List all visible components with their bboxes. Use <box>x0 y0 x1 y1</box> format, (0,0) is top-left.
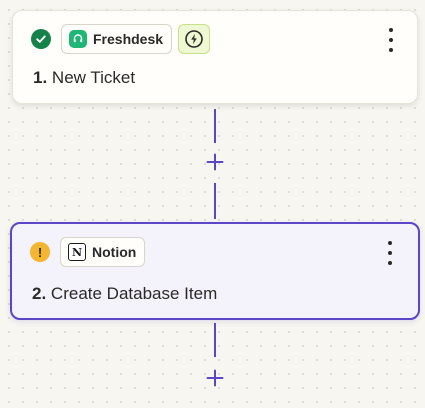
connector-line <box>214 323 216 357</box>
plus-icon[interactable] <box>204 367 226 389</box>
check-circle-icon <box>31 29 51 49</box>
connector-line <box>214 183 216 219</box>
more-vertical-icon[interactable] <box>382 241 398 265</box>
app-pill-notion[interactable]: N Notion <box>60 237 146 267</box>
step-2-header: ! N Notion <box>30 237 146 267</box>
lightning-bolt-icon <box>185 30 203 48</box>
warning-glyph: ! <box>37 244 43 260</box>
app-pill-freshdesk[interactable]: Freshdesk <box>61 24 173 54</box>
app-name: Freshdesk <box>93 31 164 47</box>
step-1-header: Freshdesk <box>31 24 211 54</box>
step-card-2[interactable]: ! N Notion 2. Create Database Item <box>10 222 420 320</box>
freshdesk-headset-icon <box>69 30 87 48</box>
step-number: 2. <box>32 284 47 303</box>
step-title: 1. New Ticket <box>33 68 135 88</box>
step-name: Create Database Item <box>50 284 218 303</box>
step-title: 2. Create Database Item <box>32 284 217 304</box>
notion-logo-icon: N <box>68 243 86 261</box>
step-name: New Ticket <box>51 68 136 87</box>
app-name: Notion <box>92 244 137 260</box>
connector-line <box>214 109 216 143</box>
step-number: 1. <box>33 68 48 87</box>
more-vertical-icon[interactable] <box>383 28 399 52</box>
step-card-1[interactable]: Freshdesk 1. New Ticket <box>12 10 418 104</box>
exclamation-circle-icon: ! <box>30 242 50 262</box>
plus-icon[interactable] <box>204 151 226 173</box>
trigger-badge <box>178 24 211 54</box>
